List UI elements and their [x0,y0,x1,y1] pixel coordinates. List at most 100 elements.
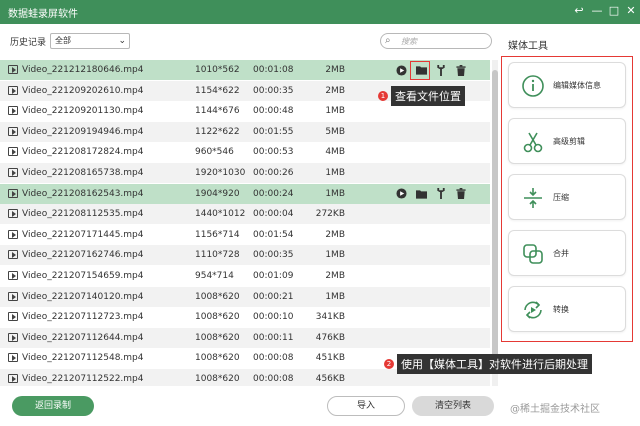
tools-icon[interactable] [434,63,448,77]
file-duration: 00:00:21 [253,291,294,302]
file-size: 4MB [325,147,345,158]
file-size: 451KB [315,353,345,364]
file-row[interactable]: Video_221208172824.mp4 960*546 00:00:53 4MB [0,142,490,162]
file-resolution: 954*714 [195,271,234,281]
search-icon: ⌕ [385,35,391,46]
file-size: 1MB [325,106,345,117]
tool-edit-media-info[interactable]: 编辑媒体信息 [508,62,626,108]
video-file-icon [8,312,18,322]
clear-list-button[interactable]: 清空列表 [412,396,494,416]
file-duration: 00:01:09 [253,271,294,281]
play-icon[interactable] [394,63,408,77]
file-row[interactable]: Video_221208162543.mp4 1904*920 00:00:24 1M… [0,183,490,204]
title-bar: 数据蛙录屏软件 [0,0,640,24]
scrollbar-thumb[interactable] [492,70,498,370]
back-to-record-button[interactable]: 返回录制 [12,396,94,416]
delete-icon[interactable] [454,63,468,77]
minimize-button[interactable]: — [590,4,604,18]
file-duration: 00:00:24 [253,188,294,199]
video-file-icon [8,188,18,198]
convert-icon [519,296,547,324]
file-resolution: 1920*1030 [195,168,246,178]
tool-convert[interactable]: 转换 [508,286,626,332]
file-resolution: 1008*620 [195,353,240,364]
tools-icon[interactable] [434,187,448,201]
file-row[interactable]: Video_221207154659.mp4 954*714 00:01:09 2MB [0,266,490,286]
annotation-tip-1: 查看文件位置 [391,86,465,106]
file-name: Video_221208172824.mp4 [22,147,144,158]
file-size: 456KB [315,374,345,384]
file-size: 1MB [325,188,345,199]
file-name: Video_221209194946.mp4 [22,126,144,137]
close-button[interactable]: ✕ [624,4,638,18]
recording-list: Video_221212180646.mp4 1010*562 00:01:08 2M… [0,60,490,386]
play-icon[interactable] [394,187,408,201]
video-file-icon [8,374,18,383]
maximize-button[interactable]: □ [607,4,621,18]
file-duration: 00:00:53 [253,147,294,158]
list-scrollbar[interactable] [492,60,498,386]
folder-highlight-box [410,61,430,80]
file-resolution: 1010*562 [195,65,240,75]
file-size: 476KB [315,332,345,343]
file-duration: 00:00:04 [253,209,294,220]
file-size: 341KB [315,312,345,323]
tool-advanced-edit[interactable]: 高级剪辑 [508,118,626,164]
video-file-icon [8,147,18,157]
history-label: 历史记录 [10,38,47,48]
file-size: 1MB [325,291,345,302]
file-name: Video_221207112522.mp4 [22,374,144,384]
search-placeholder: 搜索 [401,37,417,46]
file-resolution: 1008*620 [195,291,240,302]
file-size: 2MB [325,229,345,240]
row-actions [394,63,468,77]
search-input[interactable]: ⌕ 搜索 [380,33,492,49]
chevron-down-icon: ⌄ [118,36,126,46]
file-name: Video_221208112535.mp4 [22,209,144,220]
file-row[interactable]: Video_221207112723.mp4 1008*620 00:00:10 34… [0,307,490,327]
file-duration: 00:00:35 [253,85,294,96]
annotation-tip-2: 使用【媒体工具】对软件进行后期处理 [397,354,592,374]
history-filter-select[interactable]: 全部 ⌄ [50,33,130,49]
file-duration: 00:00:08 [253,374,294,384]
file-size: 2MB [325,65,345,75]
annotation-badge-2: 2 [384,359,394,369]
import-button[interactable]: 导入 [327,396,405,416]
video-file-icon [8,250,18,260]
video-file-icon [8,106,18,116]
video-file-icon [8,126,18,136]
video-file-icon [8,209,18,219]
restore-icon[interactable]: ↩ [572,4,586,18]
file-row[interactable]: Video_221207112644.mp4 1008*620 00:00:11 47… [0,327,490,348]
file-row[interactable]: Video_221207140120.mp4 1008*620 00:00:21 1M… [0,286,490,307]
file-row[interactable]: Video_221208112535.mp4 1440*1012 00:00:04 2… [0,204,490,225]
annotation-badge-1: 1 [378,91,388,101]
file-row[interactable]: Video_221209194946.mp4 1122*622 00:01:55 5M… [0,121,490,142]
info-icon [519,72,547,100]
tool-merge[interactable]: 合并 [508,230,626,276]
file-resolution: 1904*920 [195,188,240,199]
file-name: Video_221208165738.mp4 [22,168,144,178]
media-tools-title: 媒体工具 [508,41,548,52]
folder-icon[interactable] [414,187,428,201]
file-row[interactable]: Video_221207171445.mp4 1156*714 00:01:54 2M… [0,225,490,245]
file-row[interactable]: Video_221207162746.mp4 1110*728 00:00:35 1M… [0,245,490,266]
file-resolution: 1154*622 [195,85,240,96]
file-name: Video_221207112644.mp4 [22,332,144,343]
file-name: Video_221207171445.mp4 [22,229,144,240]
merge-icon [519,240,547,268]
file-resolution: 960*546 [195,147,234,158]
delete-icon[interactable] [454,187,468,201]
file-resolution: 1008*620 [195,332,240,343]
file-duration: 00:00:48 [253,106,294,117]
file-resolution: 1008*620 [195,312,240,323]
tool-compress[interactable]: 压缩 [508,174,626,220]
row-actions [394,187,468,201]
file-row[interactable]: Video_221208165738.mp4 1920*1030 00:00:26 1… [0,163,490,183]
file-duration: 00:00:26 [253,168,294,178]
video-file-icon [8,353,18,363]
file-name: Video_221207112723.mp4 [22,312,144,323]
filter-bar: 历史记录 全部 ⌄ ⌕ 搜索 [0,28,500,54]
tool-label: 高级剪辑 [553,137,585,146]
file-size: 2MB [325,271,345,281]
